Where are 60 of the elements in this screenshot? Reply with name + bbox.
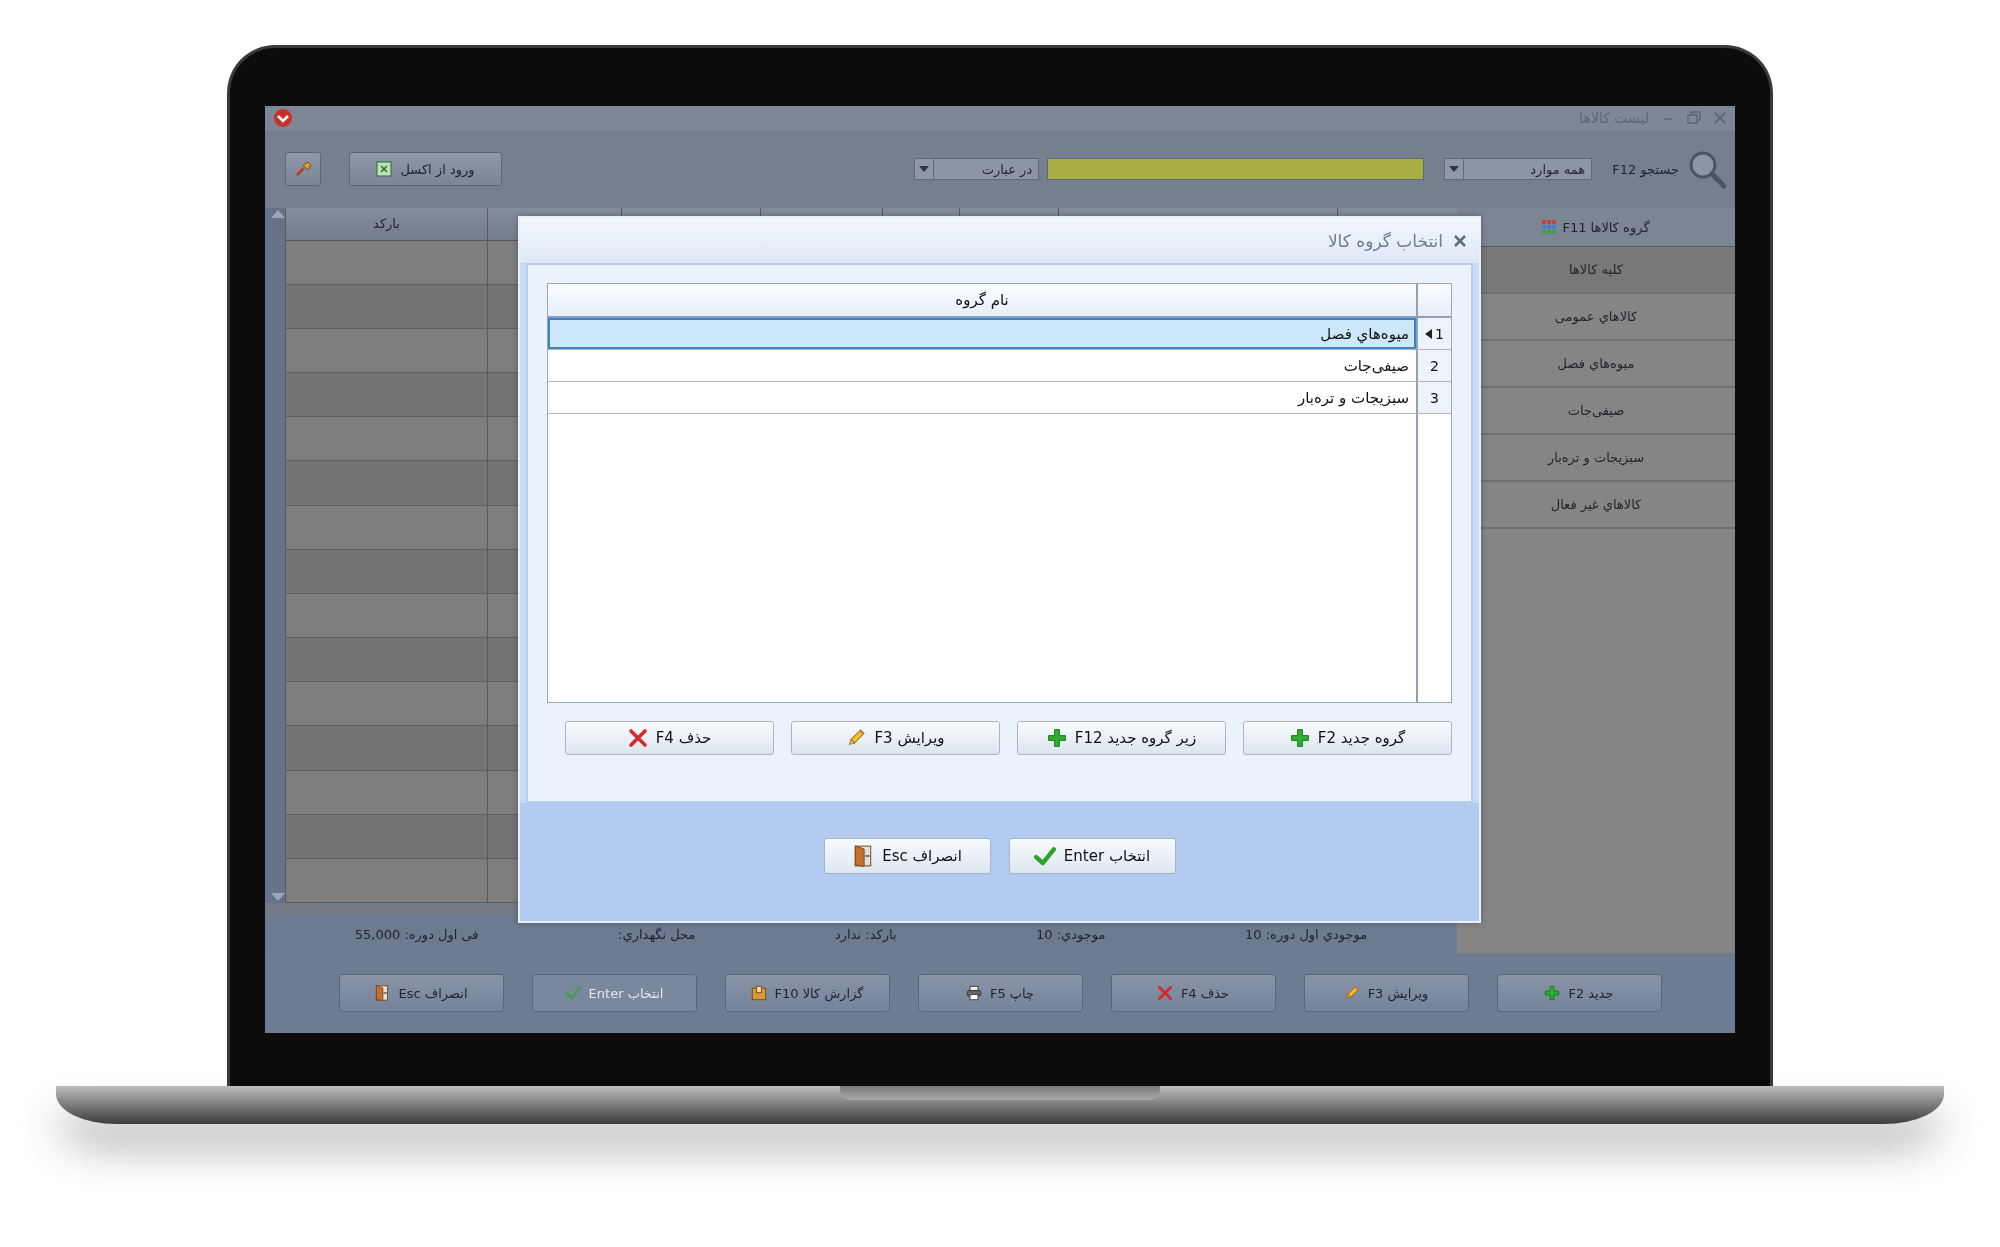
column-header: نام گروه	[955, 291, 1009, 309]
spreadsheet-icon	[376, 161, 393, 177]
scrollbar[interactable]	[265, 208, 285, 903]
brush-button[interactable]	[285, 152, 321, 186]
column-header: بارکد	[373, 216, 400, 232]
row-number: 3	[1430, 389, 1439, 406]
dialog-button[interactable]: زیر گروه جدید F12	[1017, 721, 1226, 755]
plus-icon	[1046, 728, 1067, 748]
search-icon[interactable]	[1687, 149, 1727, 189]
dialog-button[interactable]: ویرایش F3	[791, 721, 1000, 755]
plus-icon	[1289, 728, 1310, 748]
up-arrow-icon	[271, 210, 285, 218]
detail-text: موجودي اول دوره: 10	[1245, 926, 1368, 942]
pencil-icon	[1343, 985, 1360, 1001]
group-row[interactable]: صیفی‌جات	[548, 350, 1416, 381]
match-value: در عبارت	[980, 161, 1033, 177]
cross-icon	[627, 728, 648, 748]
dialog-button[interactable]: حذف F4	[565, 721, 774, 755]
detail-text: محل نگهداري:	[618, 926, 696, 942]
search-field[interactable]	[1047, 158, 1425, 180]
match-dropdown[interactable]: در عبارت	[914, 158, 1040, 180]
close-icon[interactable]	[1453, 233, 1467, 248]
detail-text: فی اول دوره: 55,000	[354, 926, 479, 942]
door-icon	[374, 985, 391, 1001]
action-button[interactable]: انصراف Esc	[338, 974, 504, 1012]
plus-icon	[1544, 985, 1561, 1001]
caret-icon	[1449, 166, 1460, 172]
scope-dropdown[interactable]: همه موارد	[1444, 158, 1593, 180]
pencil-icon	[846, 728, 867, 748]
app-logo-icon	[273, 108, 293, 128]
grid-icon	[1542, 220, 1557, 234]
search-label: جستجو F12	[1612, 161, 1679, 177]
action-button[interactable]: گزارش کالا F10	[724, 974, 890, 1012]
action-button[interactable]: حذف F4	[1110, 974, 1276, 1012]
dialog-title: انتخاب گروه کالا	[1327, 230, 1443, 251]
cross-icon	[1156, 985, 1173, 1001]
excel-import-button[interactable]: ورود از اکسل	[349, 152, 502, 186]
row-pointer-icon	[1425, 328, 1433, 339]
restore-icon[interactable]	[1687, 111, 1701, 125]
check-icon	[564, 985, 581, 1001]
detail-text: بارکد: ندارد	[835, 926, 897, 942]
brush-icon	[294, 160, 312, 178]
group-row[interactable]: سبزیجات و تره‌بار	[548, 382, 1416, 413]
down-arrow-icon	[271, 893, 285, 901]
box-icon	[750, 985, 767, 1001]
row-number: 2	[1430, 357, 1439, 374]
check-icon	[1033, 845, 1056, 867]
printer-icon	[965, 985, 982, 1001]
row-number: 1	[1435, 325, 1444, 342]
footer-button[interactable]: انتخاب Enter	[1008, 838, 1176, 874]
action-button[interactable]: چاپ F5	[917, 974, 1083, 1012]
action-button[interactable]: ویرایش F3	[1303, 974, 1469, 1012]
scope-value: همه موارد	[1529, 161, 1586, 177]
detail-text: موجودي: 10	[1036, 926, 1106, 942]
footer-button[interactable]: انصراف Esc	[823, 838, 991, 874]
action-button[interactable]: جدید F2	[1496, 974, 1662, 1012]
sidebar-title: گروه کالاها F11	[1562, 219, 1650, 235]
caret-icon	[919, 166, 930, 172]
dialog-button[interactable]: گروه جدید F2	[1243, 721, 1452, 755]
group-row[interactable]: میوه‌هاي فصل	[548, 318, 1416, 349]
